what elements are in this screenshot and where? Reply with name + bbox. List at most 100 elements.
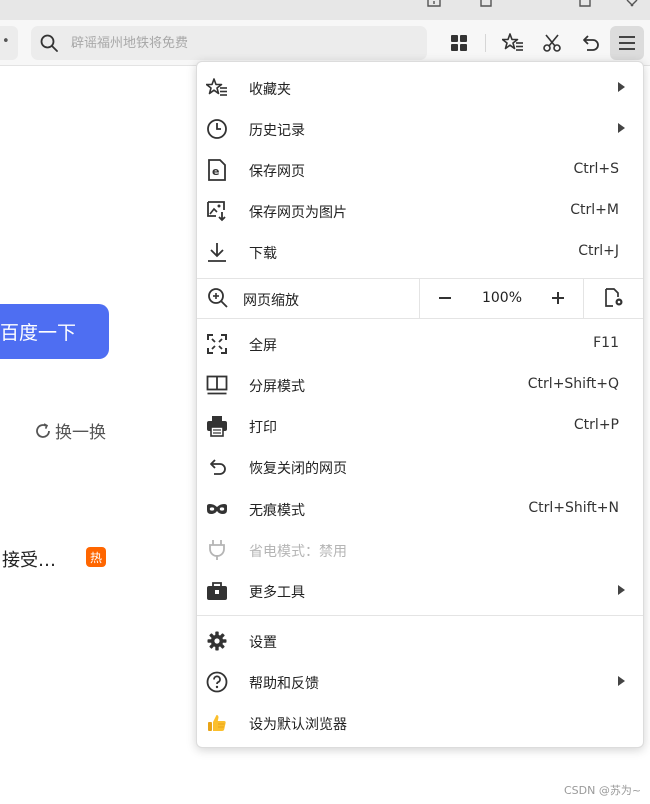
undo-icon <box>205 455 229 479</box>
search-input[interactable] <box>71 26 411 60</box>
submenu-arrow-icon <box>618 123 625 133</box>
menu-item-label: 省电模式：禁用 <box>249 544 347 560</box>
zoom-label: 网页缩放 <box>243 293 299 309</box>
menu-divider <box>197 615 643 616</box>
apps-grid-button[interactable] <box>442 26 476 60</box>
favorites-star-list-icon <box>205 76 229 100</box>
menu-item-label: 更多工具 <box>249 585 305 601</box>
favorites-star-list-icon <box>502 33 523 51</box>
menu-item-print[interactable]: 打印 Ctrl+P <box>197 405 643 446</box>
menu-item-incognito[interactable]: 无痕模式 Ctrl+Shift+N <box>197 488 643 529</box>
menu-item-label: 分屏模式 <box>249 379 305 395</box>
menu-item-fullscreen[interactable]: 全屏 F11 <box>197 323 643 364</box>
menu-item-shortcut: Ctrl+J <box>578 243 619 259</box>
zoom-value: 100% <box>481 290 523 306</box>
scissors-icon <box>543 34 561 52</box>
menu-item-label: 打印 <box>249 420 277 436</box>
main-menu-button[interactable] <box>610 26 644 60</box>
undo-icon <box>583 35 599 51</box>
browser-main-menu: 收藏夹 历史记录 e 保存网页 Ctrl+S 保存网页为图片 Ctrl+M 下载… <box>196 61 644 748</box>
menu-item-label: 下载 <box>249 246 277 262</box>
undo-button[interactable] <box>573 26 607 60</box>
menu-item-shortcut: Ctrl+Shift+N <box>528 500 619 516</box>
menu-item-label: 无痕模式 <box>249 503 305 519</box>
menu-item-label: 设为默认浏览器 <box>249 717 347 733</box>
power-plug-icon <box>205 538 229 562</box>
menu-item-shortcut: Ctrl+Shift+Q <box>527 376 619 392</box>
history-clock-icon <box>205 117 229 141</box>
menu-item-settings[interactable]: 设置 <box>197 620 643 661</box>
search-icon <box>40 34 58 52</box>
fullscreen-icon <box>205 332 229 356</box>
printer-icon <box>205 414 229 438</box>
menu-item-shortcut: F11 <box>593 335 619 351</box>
submenu-arrow-icon <box>618 676 625 686</box>
page-zoom-settings-button[interactable] <box>599 283 629 313</box>
zoom-divider <box>419 279 420 318</box>
thumbs-up-icon <box>205 711 229 735</box>
menu-item-power-saving: 省电模式：禁用 <box>197 529 643 570</box>
hamburger-menu-icon <box>619 36 635 50</box>
submenu-arrow-icon <box>618 585 625 595</box>
split-screen-icon <box>205 373 229 397</box>
browser-toolbar: • <box>0 20 650 66</box>
title-bar-button[interactable] <box>578 0 592 8</box>
refresh-suggestions-link[interactable]: 换一换 <box>34 418 106 443</box>
save-page-icon: e <box>205 158 229 182</box>
menu-item-help-feedback[interactable]: 帮助和反馈 <box>197 661 643 702</box>
menu-item-set-default-browser[interactable]: 设为默认浏览器 <box>197 702 643 743</box>
menu-item-label: 保存网页为图片 <box>249 205 347 221</box>
menu-item-label: 收藏夹 <box>249 82 291 98</box>
menu-item-label: 全屏 <box>249 338 277 354</box>
submenu-arrow-icon <box>618 82 625 92</box>
menu-item-download[interactable]: 下载 Ctrl+J <box>197 231 643 272</box>
menu-item-label: 帮助和反馈 <box>249 676 319 692</box>
favorites-button[interactable] <box>496 26 530 60</box>
menu-item-shortcut: Ctrl+S <box>573 161 619 177</box>
svg-text:e: e <box>212 165 219 178</box>
toolbox-icon <box>205 579 229 603</box>
watermark: CSDN @苏为~ <box>564 784 642 797</box>
download-icon <box>205 240 229 264</box>
menu-item-more-tools[interactable]: 更多工具 <box>197 570 643 611</box>
incognito-mask-icon <box>205 497 229 521</box>
refresh-label: 换一换 <box>55 423 106 443</box>
menu-item-label: 保存网页 <box>249 164 305 180</box>
toolbar-divider <box>485 34 486 52</box>
menu-item-split-screen[interactable]: 分屏模式 Ctrl+Shift+Q <box>197 364 643 405</box>
zoom-out-button[interactable] <box>430 283 460 313</box>
menu-item-shortcut: Ctrl+M <box>570 202 619 218</box>
menu-item-favorites[interactable]: 收藏夹 <box>197 67 643 108</box>
screenshot-button[interactable] <box>535 26 569 60</box>
menu-item-save-page-image[interactable]: 保存网页为图片 Ctrl+M <box>197 190 643 231</box>
gear-icon <box>205 629 229 653</box>
menu-item-restore-closed[interactable]: 恢复关闭的网页 <box>197 446 643 487</box>
address-bar[interactable] <box>31 26 427 60</box>
refresh-icon <box>36 422 50 438</box>
grid-icon <box>451 35 467 51</box>
menu-divider <box>197 318 643 319</box>
menu-item-history[interactable]: 历史记录 <box>197 108 643 149</box>
menu-item-label: 历史记录 <box>249 123 305 139</box>
title-bar <box>0 0 650 20</box>
zoom-magnifier-icon <box>207 287 229 313</box>
menu-item-label: 设置 <box>249 635 277 651</box>
menu-item-shortcut: Ctrl+P <box>573 417 619 433</box>
zoom-row: 网页缩放 100% <box>197 279 643 318</box>
toolbar-left-button[interactable]: • <box>0 26 18 60</box>
plus-icon <box>552 292 564 304</box>
page-settings-icon <box>605 288 623 307</box>
menu-item-label: 恢复关闭的网页 <box>249 461 347 477</box>
minus-icon <box>439 297 451 299</box>
hot-search-item[interactable]: 接受… <box>2 546 56 572</box>
menu-item-save-page[interactable]: e 保存网页 Ctrl+S <box>197 149 643 190</box>
zoom-in-button[interactable] <box>543 283 573 313</box>
hot-badge: 热 <box>86 547 106 567</box>
help-circle-icon <box>205 670 229 694</box>
title-bar-button[interactable] <box>426 0 442 8</box>
title-bar-button[interactable] <box>479 0 493 8</box>
baidu-search-button[interactable]: 百度一下 <box>0 304 109 359</box>
close-icon[interactable] <box>624 0 640 8</box>
zoom-divider <box>583 279 584 318</box>
save-page-image-icon <box>205 199 229 223</box>
